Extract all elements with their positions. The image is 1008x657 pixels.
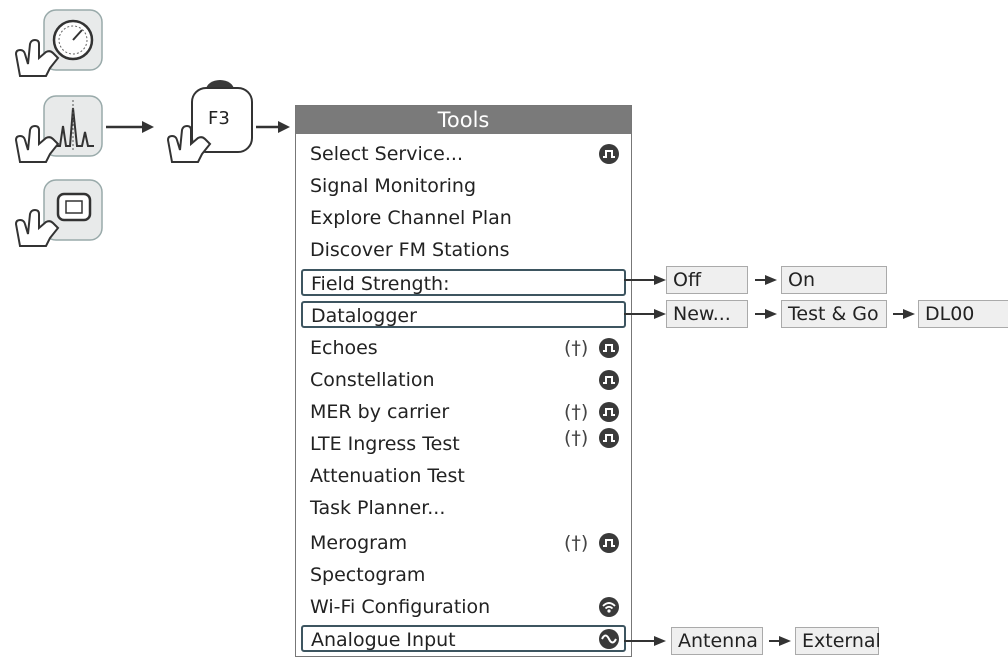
signal-pulse-icon — [599, 144, 619, 164]
option-on[interactable]: On — [781, 266, 887, 294]
menu-item-task-planner[interactable]: Task Planner... — [302, 495, 622, 522]
menu-item-attenuation-test[interactable]: Attenuation Test — [302, 463, 622, 490]
menu-item-analogue-input[interactable]: Analogue Input — [301, 625, 626, 652]
option-new[interactable]: New... — [666, 300, 748, 328]
f3-button[interactable]: F3 — [158, 78, 258, 168]
option-test-and-go[interactable]: Test & Go — [781, 300, 887, 328]
signal-pulse-icon — [599, 428, 619, 448]
antenna-icon: (†) — [564, 427, 589, 449]
option-dl00[interactable]: DL00 — [918, 300, 1008, 328]
arrow-antenna-external — [769, 636, 791, 646]
menu-item-discover-fm-stations[interactable]: Discover FM Stations — [302, 237, 622, 264]
sine-wave-icon — [599, 629, 619, 649]
option-external[interactable]: External — [795, 627, 881, 655]
tools-menu: Tools Select Service... Signal Monitorin… — [295, 105, 632, 657]
arrow-testgo-dl00 — [893, 309, 915, 319]
arrow-analogue-input — [624, 636, 666, 646]
antenna-icon: (†) — [564, 401, 589, 423]
arrow-off-on — [755, 275, 777, 285]
arrow-to-f3 — [106, 121, 154, 133]
menu-title: Tools — [296, 106, 631, 134]
menu-item-signal-monitoring[interactable]: Signal Monitoring — [302, 173, 622, 200]
screen-button[interactable] — [6, 176, 110, 252]
arrow-new-testgo — [755, 309, 777, 319]
signal-pulse-icon — [599, 370, 619, 390]
arrow-datalogger — [624, 309, 666, 319]
arrow-field-strength — [624, 275, 666, 285]
arrow-to-menu — [256, 121, 290, 133]
option-antenna[interactable]: Antenna — [671, 627, 763, 655]
signal-pulse-icon — [599, 338, 619, 358]
menu-item-wifi-configuration[interactable]: Wi-Fi Configuration — [302, 594, 622, 621]
antenna-icon: (†) — [564, 532, 589, 554]
menu-item-spectogram[interactable]: Spectogram — [302, 562, 622, 589]
menu-item-explore-channel-plan[interactable]: Explore Channel Plan — [302, 205, 622, 232]
menu-item-echoes[interactable]: Echoes (†) — [302, 335, 622, 362]
menu-item-merogram[interactable]: Merogram (†) — [302, 530, 622, 557]
wifi-icon — [599, 597, 619, 617]
menu-item-select-service[interactable]: Select Service... — [302, 141, 622, 168]
f3-label: F3 — [208, 108, 230, 129]
menu-item-constellation[interactable]: Constellation — [302, 367, 622, 394]
spectrum-button[interactable] — [6, 92, 110, 168]
option-off[interactable]: Off — [666, 266, 748, 294]
gauge-button[interactable] — [6, 6, 110, 82]
menu-item-mer-by-carrier[interactable]: MER by carrier (†) — [302, 399, 622, 426]
menu-item-datalogger[interactable]: Datalogger — [301, 301, 626, 328]
menu-item-lte-ingress-test[interactable]: LTE Ingress Test (†) — [302, 427, 622, 458]
signal-pulse-icon — [599, 533, 619, 553]
signal-pulse-icon — [599, 402, 619, 422]
menu-item-field-strength[interactable]: Field Strength: — [301, 269, 626, 296]
antenna-icon: (†) — [564, 337, 589, 359]
